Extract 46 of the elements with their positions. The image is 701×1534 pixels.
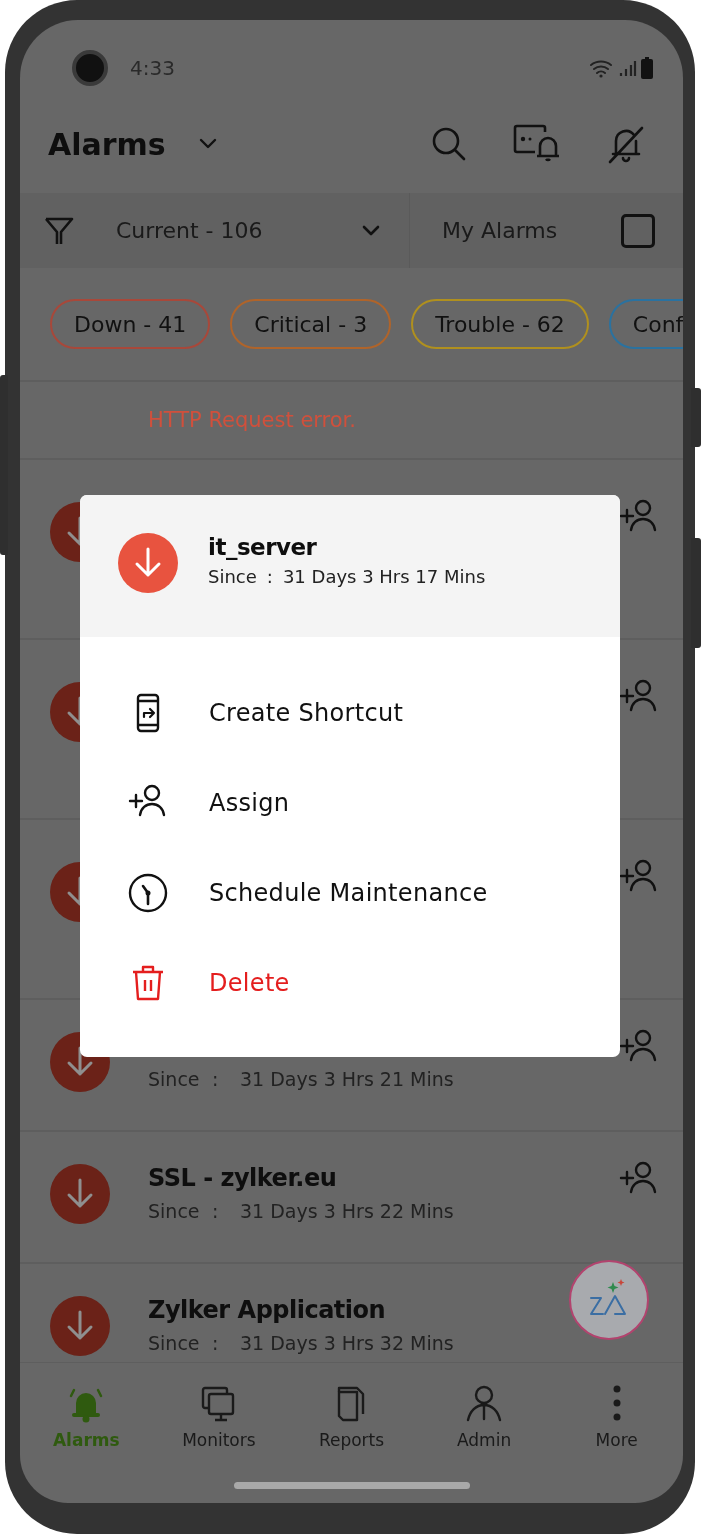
- muted-bell-icon[interactable]: [607, 124, 645, 164]
- since-duration: 31 Days 3 Hrs 17 Mins: [282, 566, 486, 587]
- nav-tab[interactable]: More: [550, 1363, 683, 1471]
- since-label: Since: [148, 1332, 201, 1354]
- since-separator: :: [212, 1068, 220, 1090]
- alarm-row[interactable]: SSL - zylker.eu Since : 31 Days 3 Hrs 22 Mins: [20, 1130, 683, 1262]
- alarm-name: Zylker Application: [148, 1296, 387, 1326]
- nav-tab[interactable]: Monitors: [152, 1363, 286, 1471]
- device-bell-icon[interactable]: [513, 124, 561, 164]
- since-label: Since: [208, 566, 257, 587]
- filter-icon[interactable]: [44, 215, 74, 246]
- monitor-name: it_server: [208, 534, 318, 560]
- severity-chip[interactable]: Trouble - 62: [411, 299, 589, 349]
- assign-user-icon[interactable]: [619, 498, 657, 532]
- nav-tab[interactable]: Admin: [417, 1363, 551, 1471]
- view-selector[interactable]: Current - 106: [116, 218, 263, 243]
- alarm-name: SSL - zylker.eu: [148, 1164, 338, 1194]
- assign-user-icon[interactable]: [619, 858, 657, 892]
- menu-item[interactable]: Assign: [80, 758, 620, 848]
- my-alarms-checkbox[interactable]: [621, 213, 655, 248]
- battery-icon: [641, 56, 653, 79]
- severity-chip[interactable]: Critical - 3: [230, 299, 392, 349]
- assign-user-icon[interactable]: [619, 678, 657, 712]
- screen-title: Alarms: [48, 126, 166, 162]
- my-alarms-label: My Alarms: [442, 218, 558, 243]
- since-duration: 31 Days 3 Hrs 22 Mins: [240, 1200, 454, 1222]
- since-label: Since: [148, 1200, 201, 1222]
- since-duration: 31 Days 3 Hrs 32 Mins: [240, 1332, 454, 1354]
- since-label: Since: [148, 1068, 201, 1090]
- since-separator: :: [266, 566, 273, 587]
- status-time: 4:33: [130, 55, 175, 80]
- nav-tab[interactable]: Reports: [285, 1363, 418, 1471]
- menu-item[interactable]: Create Shortcut: [80, 668, 620, 758]
- menu-item[interactable]: Schedule Maintenance: [80, 848, 620, 938]
- caret-icon[interactable]: [197, 137, 218, 151]
- error-message: HTTP Request error.: [148, 408, 356, 432]
- severity-chip[interactable]: Conf: [608, 299, 683, 349]
- clock-icon: [128, 873, 168, 913]
- camera-lens: [72, 49, 108, 86]
- caret-icon[interactable]: [361, 223, 381, 238]
- since-duration: 31 Days 3 Hrs 21 Mins: [240, 1068, 454, 1090]
- severity-chip[interactable]: Down - 41: [50, 299, 211, 349]
- signal-icon: [619, 58, 637, 77]
- search-icon[interactable]: [431, 126, 467, 162]
- since-separator: :: [212, 1332, 220, 1354]
- since-separator: :: [212, 1200, 220, 1222]
